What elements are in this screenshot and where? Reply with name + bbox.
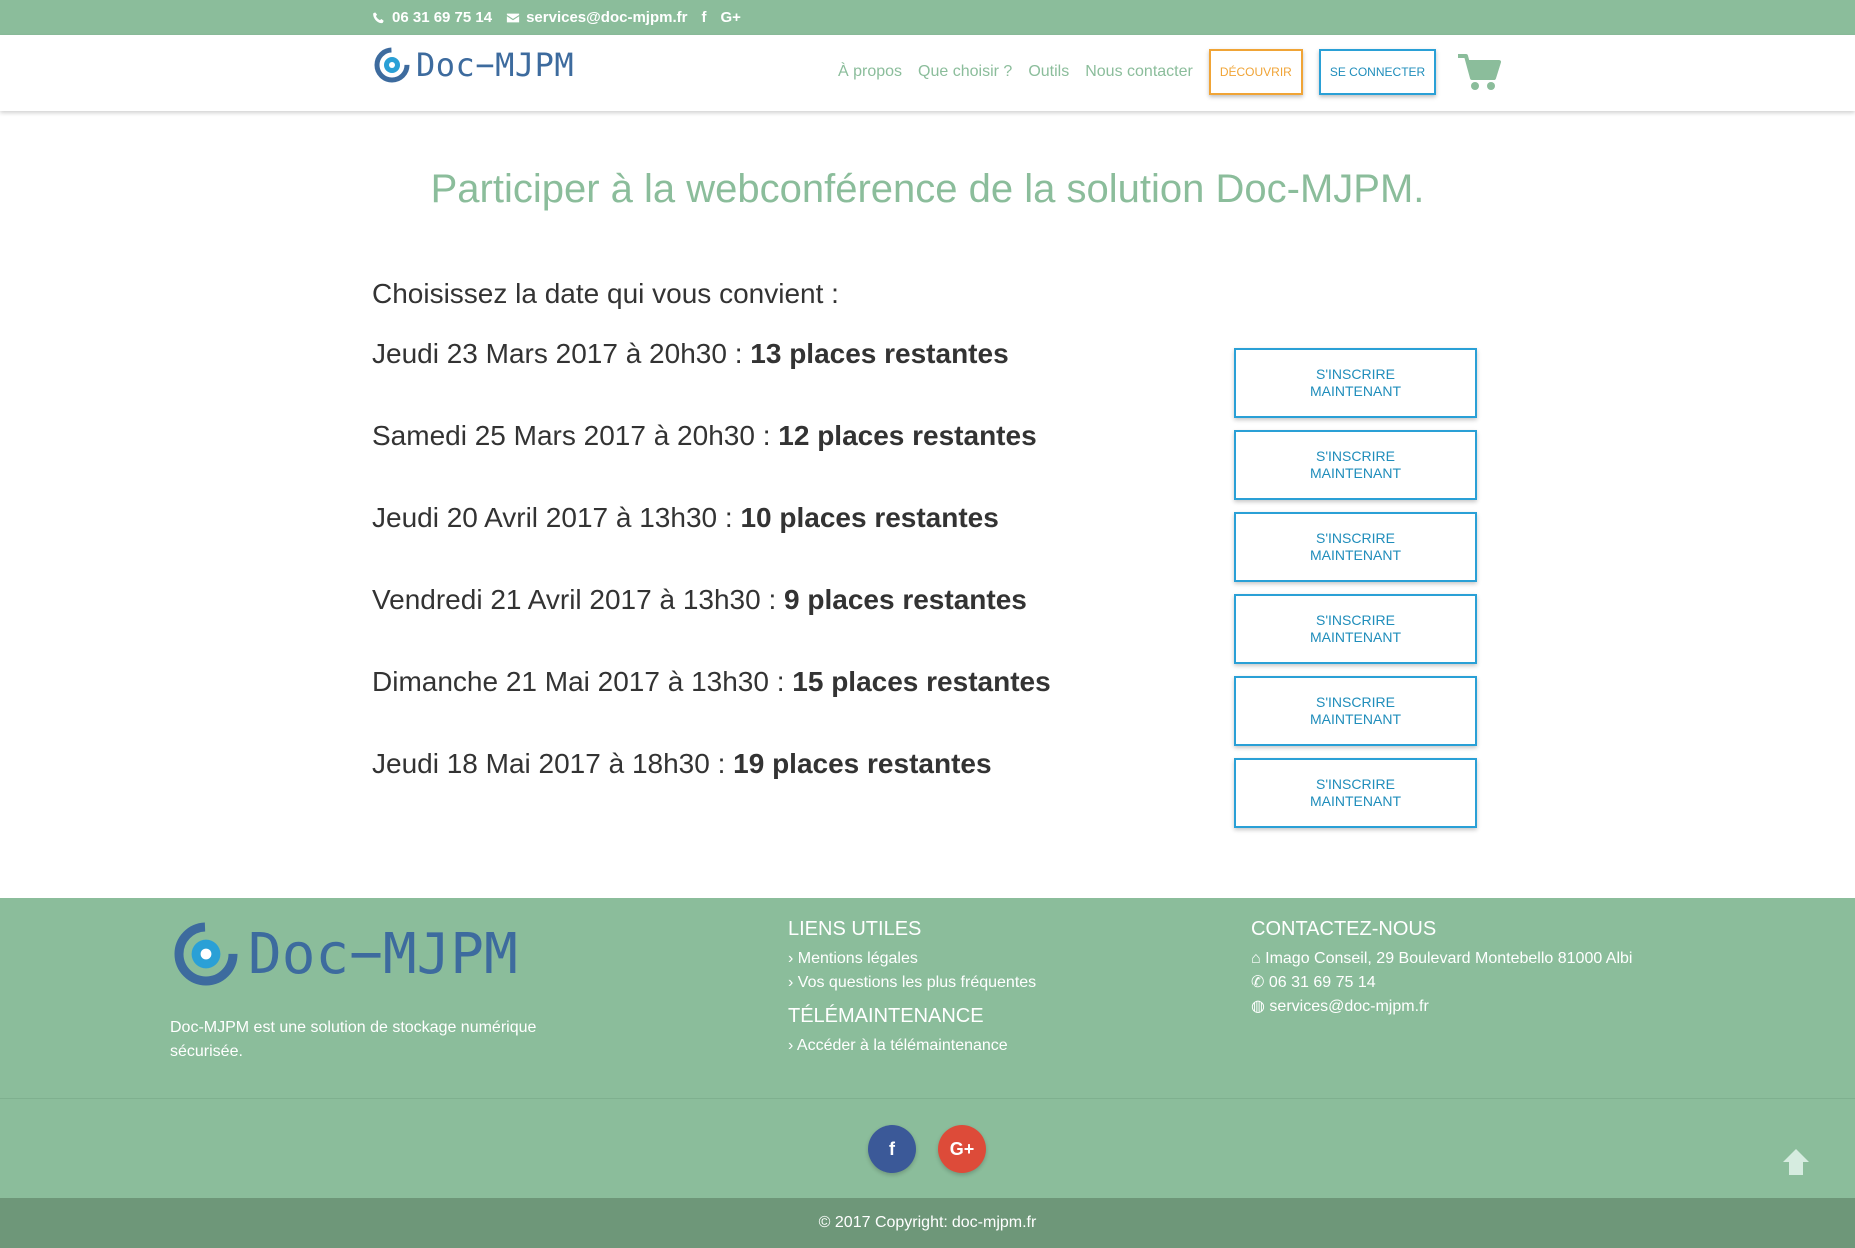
nav-nous-contacter[interactable]: Nous contacter (1085, 63, 1193, 81)
link-legal-notice[interactable]: › Mentions légales (788, 947, 1036, 971)
nav-a-propos[interactable]: À propos (838, 63, 902, 81)
email-text: services@doc-mjpm.fr (1269, 998, 1429, 1015)
session-date: Samedi 25 Mars 2017 à 20h30 : (372, 420, 779, 451)
phone-icon (373, 11, 384, 23)
facebook-icon[interactable]: f (701, 9, 706, 26)
session-5: Dimanche 21 Mai 2017 à 13h30 : 15 places… (372, 666, 1051, 698)
site-header: Doc−MJPM À propos Que choisir ? Outils N… (0, 35, 1855, 111)
link-label: Vos questions les plus fréquentes (797, 974, 1037, 991)
login-button[interactable]: SE CONNECTER (1318, 49, 1437, 95)
copyright-link[interactable]: doc-mjpm.fr (952, 1214, 1036, 1232)
site-logo[interactable]: Doc−MJPM (372, 45, 574, 85)
session-places: 15 places restantes (792, 666, 1051, 697)
useful-links-heading: LIENS UTILES (788, 918, 922, 940)
googleplus-button[interactable]: G+ (938, 1125, 986, 1173)
phone-text: 06 31 69 75 14 (1268, 974, 1376, 991)
chevron-right-icon: › (788, 1037, 794, 1054)
facebook-icon: f (889, 1138, 895, 1159)
register-button-1[interactable]: S'INSCRIRE MAINTENANT (1234, 348, 1477, 418)
register-button-5[interactable]: S'INSCRIRE MAINTENANT (1234, 676, 1477, 746)
link-faq[interactable]: › Vos questions les plus fréquentes (788, 971, 1036, 995)
session-places: 10 places restantes (740, 502, 999, 533)
footer-logo[interactable]: Doc−MJPM (170, 918, 518, 990)
contact-email[interactable]: ◍ services@doc-mjpm.fr (1251, 995, 1632, 1019)
session-places: 12 places restantes (778, 420, 1037, 451)
nav-que-choisir[interactable]: Que choisir ? (918, 63, 1012, 81)
sync-gear-icon (374, 47, 410, 83)
session-6: Jeudi 18 Mai 2017 à 18h30 : 19 places re… (372, 748, 992, 780)
link-label: Accéder à la télémaintenance (796, 1037, 1008, 1054)
home-icon: ⌂ (1251, 950, 1261, 967)
phone-icon: ✆ (1251, 974, 1265, 991)
chevron-right-icon: › (788, 974, 794, 991)
chevron-right-icon: › (788, 950, 794, 967)
back-to-top-arrow-icon[interactable] (1780, 1146, 1812, 1178)
register-button-6[interactable]: S'INSCRIRE MAINTENANT (1234, 758, 1477, 828)
maintenance-heading: TÉLÉMAINTENANCE (788, 1005, 984, 1027)
discover-button[interactable]: DÉCOUVRIR (1208, 49, 1303, 95)
top-phone-text: 06 31 69 75 14 (392, 9, 493, 26)
session-date: Vendredi 21 Avril 2017 à 13h30 : (372, 584, 785, 615)
shopping-cart-icon[interactable] (1456, 52, 1502, 92)
googleplus-icon[interactable]: G+ (720, 9, 740, 26)
contact-address: ⌂ Imago Conseil, 29 Boulevard Montebello… (1251, 947, 1632, 971)
register-button-4[interactable]: S'INSCRIRE MAINTENANT (1234, 594, 1477, 664)
address-text: Imago Conseil, 29 Boulevard Montebello 8… (1265, 950, 1633, 967)
nav-outils[interactable]: Outils (1028, 63, 1069, 81)
register-button-2[interactable]: S'INSCRIRE MAINTENANT (1234, 430, 1477, 500)
footer-description: Doc-MJPM est une solution de stockage nu… (170, 1019, 537, 1060)
top-bar-contacts: 06 31 69 75 14 services@doc-mjpm.fr f G+ (372, 0, 741, 35)
contact-phone[interactable]: ✆ 06 31 69 75 14 (1251, 971, 1632, 995)
top-phone[interactable]: 06 31 69 75 14 (372, 9, 492, 26)
top-email-text: services@doc-mjpm.fr (526, 9, 688, 26)
page-title: Participer à la webconférence de la solu… (430, 167, 1425, 211)
copyright-text: © 2017 Copyright: (818, 1214, 948, 1231)
footer-logo-text: Doc−MJPM (248, 921, 518, 987)
globe-icon: ◍ (1251, 998, 1265, 1015)
session-places: 9 places restantes (784, 584, 1027, 615)
link-label: Mentions légales (797, 950, 918, 967)
logo-text: Doc−MJPM (416, 46, 575, 84)
contact-heading: CONTACTEZ-NOUS (1251, 918, 1437, 940)
session-date: Jeudi 20 Avril 2017 à 13h30 : (372, 502, 741, 533)
session-places: 19 places restantes (733, 748, 992, 779)
session-4: Vendredi 21 Avril 2017 à 13h30 : 9 place… (372, 584, 1027, 616)
site-footer: Doc−MJPM Doc-MJPM est une solution de st… (0, 898, 1855, 1098)
sync-gear-icon (174, 922, 238, 986)
register-button-3[interactable]: S'INSCRIRE MAINTENANT (1234, 512, 1477, 582)
googleplus-icon: G+ (949, 1138, 975, 1159)
session-date: Jeudi 18 Mai 2017 à 18h30 : (372, 748, 734, 779)
useful-links: LIENS UTILES › Mentions légales › Vos qu… (788, 918, 1036, 1058)
session-2: Samedi 25 Mars 2017 à 20h30 : 12 places … (372, 420, 1037, 452)
session-date: Dimanche 21 Mai 2017 à 13h30 : (372, 666, 793, 697)
date-intro: Choisissez la date qui vous convient : (372, 278, 839, 309)
facebook-button[interactable]: f (868, 1125, 916, 1173)
session-places: 13 places restantes (750, 338, 1009, 369)
session-1: Jeudi 23 Mars 2017 à 20h30 : 13 places r… (372, 338, 1009, 370)
main-nav: À propos Que choisir ? Outils Nous conta… (838, 49, 1502, 95)
session-date: Jeudi 23 Mars 2017 à 20h30 : (372, 338, 751, 369)
session-3: Jeudi 20 Avril 2017 à 13h30 : 10 places … (372, 502, 999, 534)
social-bar: f G+ (0, 1098, 1855, 1198)
copyright-bar: © 2017 Copyright: doc-mjpm.fr (0, 1198, 1855, 1248)
link-remote-maintenance[interactable]: › Accéder à la télémaintenance (788, 1034, 1036, 1058)
top-bar: 06 31 69 75 14 services@doc-mjpm.fr f G+ (0, 0, 1855, 35)
top-email[interactable]: services@doc-mjpm.fr (506, 9, 687, 26)
envelope-icon (506, 13, 520, 22)
contact-section: CONTACTEZ-NOUS ⌂ Imago Conseil, 29 Boule… (1251, 918, 1632, 1019)
